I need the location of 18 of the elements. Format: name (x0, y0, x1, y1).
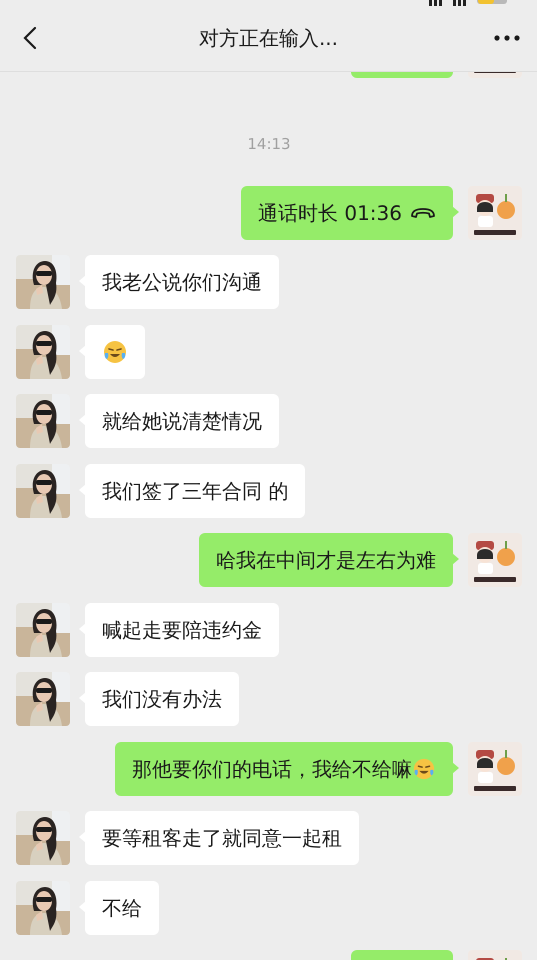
message-text: 我老公说你们沟通 (102, 269, 262, 296)
message-text: 要等租客走了就同意一起租 (102, 825, 342, 852)
laughing-crying-emoji-icon (102, 338, 128, 364)
message-text: 我们签了三年合同 的 (102, 478, 288, 504)
message-text: 哈我在中间才是左右为难 (216, 547, 436, 574)
message-text: 喊起走要陪违约金 (102, 616, 262, 644)
message-text: 我们没有办法 (102, 686, 222, 713)
chat-title: 对方正在输入... (198, 24, 340, 52)
signal-icon (429, 0, 469, 6)
message-text: 那他要你们的电话，我给不给嘛 (132, 756, 412, 782)
message-text: 就给她说清楚情况 (102, 408, 262, 435)
call-duration-text: 通话时长 01:36 (258, 200, 402, 226)
message-time: 14:13 (246, 134, 292, 155)
back-icon (23, 26, 37, 50)
phone-icon (410, 206, 436, 220)
message-text: 不给 (102, 894, 142, 922)
more-icon (494, 35, 520, 42)
battery-icon (477, 0, 507, 6)
